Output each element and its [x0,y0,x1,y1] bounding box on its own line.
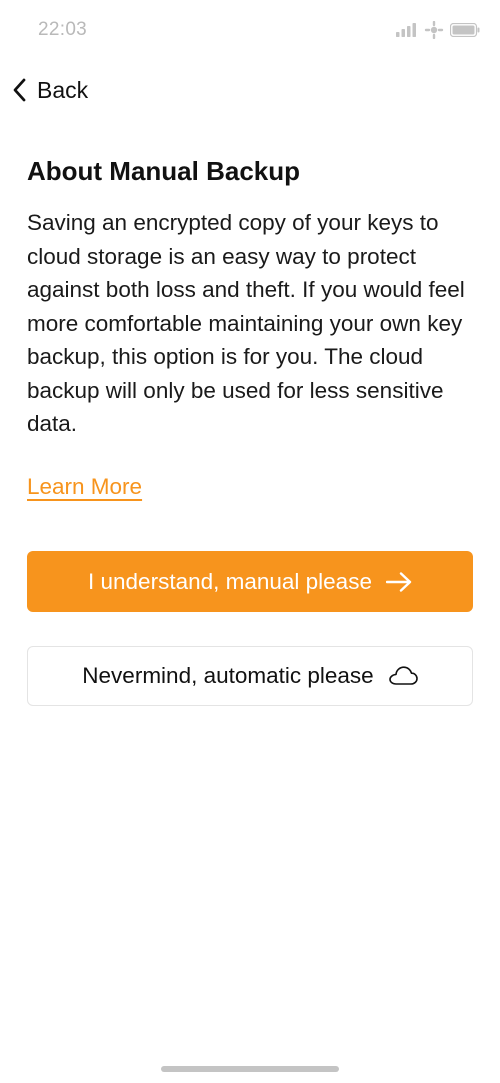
automatic-backup-label: Nevermind, automatic please [82,663,374,688]
back-button[interactable]: Back [12,72,88,108]
wifi-icon [424,21,444,39]
back-label: Back [37,76,89,103]
arrow-right-icon [372,571,412,592]
automatic-backup-button[interactable]: Nevermind, automatic please [27,646,473,706]
cloud-icon [374,666,418,686]
signal-icon [396,23,418,37]
chevron-left-icon [12,78,28,102]
manual-backup-button[interactable]: I understand, manual please [27,551,473,612]
status-time: 22:03 [38,19,88,40]
status-icons [396,21,480,39]
learn-more-link[interactable]: Learn More [27,474,142,500]
battery-icon [450,23,480,37]
home-indicator [161,1066,339,1072]
description-text: Saving an encrypted copy of your keys to… [27,210,465,436]
manual-backup-label: I understand, manual please [88,568,372,594]
status-bar: 22:03 [0,0,500,60]
page-title: About Manual Backup [27,156,301,186]
